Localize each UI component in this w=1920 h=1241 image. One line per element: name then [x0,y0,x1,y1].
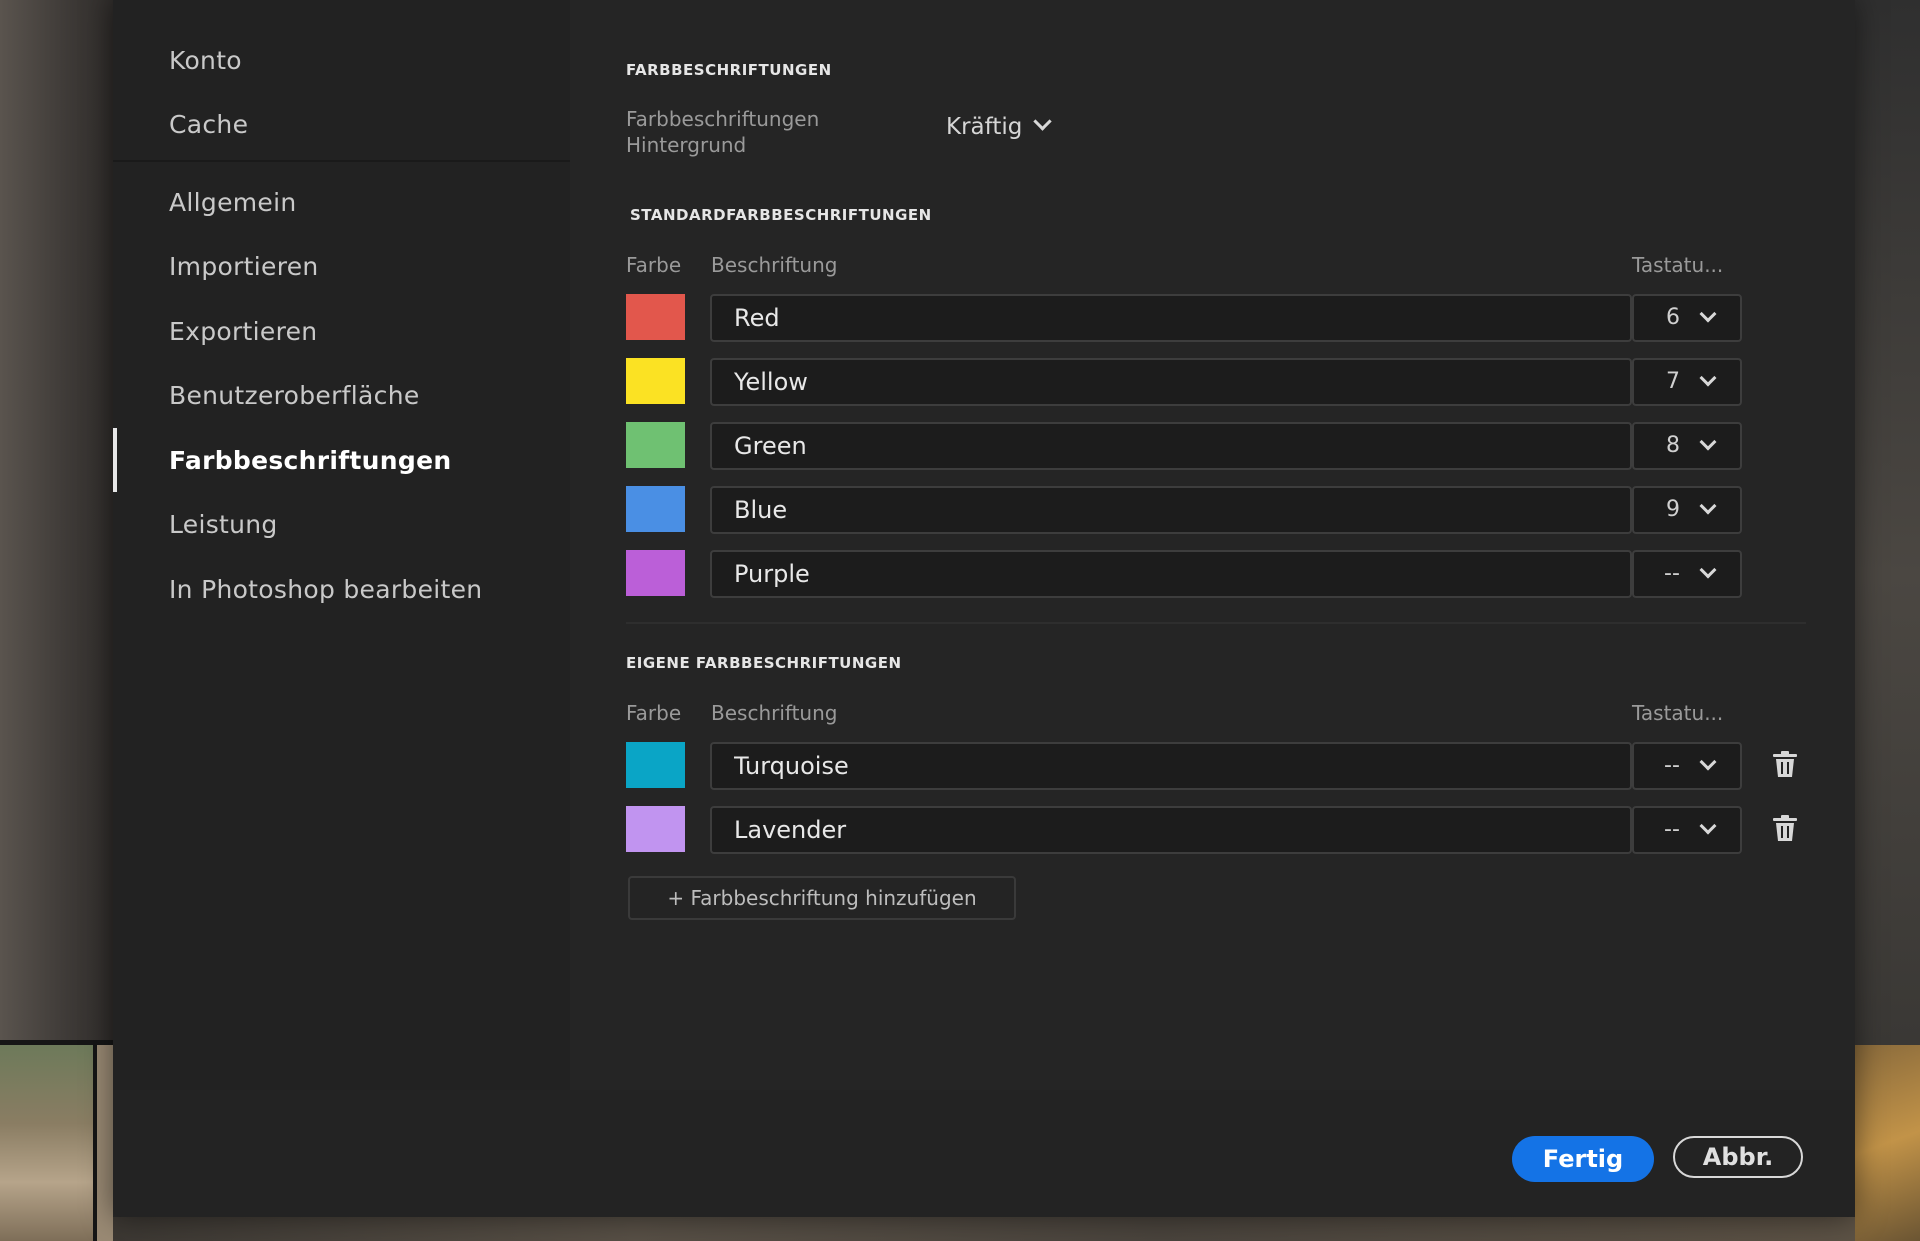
background-setting-label: Farbbeschriftungen Hintergrund [626,106,819,158]
label-input-yellow[interactable] [710,358,1632,406]
label-input-blue[interactable] [710,486,1632,534]
sidebar-item-benutzeroberflaeche[interactable]: Benutzeroberfläche [169,381,420,410]
column-header-color: Farbe [626,253,682,277]
sidebar-active-indicator [113,428,117,492]
preferences-dialog: Konto Cache Allgemein Importieren Export… [113,0,1855,1217]
shortcut-value: -- [1664,817,1680,842]
background-photo-thumbnail-right [1855,1045,1920,1241]
background-setting-dropdown[interactable]: Kräftig [946,112,1053,140]
label-input-green[interactable] [710,422,1632,470]
trash-icon[interactable] [1772,750,1798,778]
filmstrip-thumbnail[interactable] [97,1045,113,1241]
chevron-down-icon [1699,497,1717,515]
sidebar-divider [113,160,570,162]
column-header-label: Beschriftung [711,253,838,277]
label-input-turquoise[interactable] [710,742,1632,790]
color-swatch-purple[interactable] [626,550,685,596]
shortcut-value: 8 [1666,433,1680,458]
shortcut-dropdown-turquoise[interactable]: -- [1632,742,1742,790]
column-header-label: Beschriftung [711,701,838,725]
column-header-shortcut: Tastatu... [1632,701,1724,725]
shortcut-dropdown-purple[interactable]: -- [1632,550,1742,598]
cancel-button[interactable]: Abbr. [1673,1136,1803,1178]
color-swatch-red[interactable] [626,294,685,340]
background-setting-value: Kräftig [946,114,1023,140]
chevron-down-icon [1033,112,1053,131]
shortcut-dropdown-lavender[interactable]: -- [1632,806,1742,854]
standard-labels-title: STANDARDFARBBESCHRIFTUNGEN [630,206,932,224]
background-setting-label-line1: Farbbeschriftungen [626,107,820,131]
sidebar-item-allgemein[interactable]: Allgemein [169,188,296,217]
sidebar-item-photoshop[interactable]: In Photoshop bearbeiten [169,575,482,604]
chevron-down-icon [1699,369,1717,387]
shortcut-value: 7 [1666,369,1680,394]
label-input-purple[interactable] [710,550,1632,598]
shortcut-dropdown-yellow[interactable]: 7 [1632,358,1742,406]
label-input-red[interactable] [710,294,1632,342]
column-header-shortcut: Tastatu... [1632,253,1724,277]
filmstrip-thumbnail[interactable] [0,1045,93,1241]
section-title: FARBBESCHRIFTUNGEN [626,61,832,79]
done-button[interactable]: Fertig [1512,1136,1654,1182]
preferences-sidebar: Konto Cache Allgemein Importieren Export… [113,0,570,1090]
color-swatch-turquoise[interactable] [626,742,685,788]
custom-labels-title: EIGENE FARBBESCHRIFTUNGEN [626,654,902,672]
sidebar-item-leistung[interactable]: Leistung [169,510,278,539]
shortcut-dropdown-blue[interactable]: 9 [1632,486,1742,534]
add-color-label-button[interactable]: + Farbbeschriftung hinzufügen [628,876,1016,920]
filmstrip-bottom [113,1217,1855,1241]
shortcut-value: 6 [1666,305,1680,330]
section-divider [626,622,1806,624]
chevron-down-icon [1699,817,1717,835]
shortcut-dropdown-red[interactable]: 6 [1632,294,1742,342]
shortcut-value: -- [1664,753,1680,778]
chevron-down-icon [1699,305,1717,323]
background-photo-right [1855,0,1920,1045]
color-swatch-yellow[interactable] [626,358,685,404]
sidebar-item-konto[interactable]: Konto [169,46,242,75]
sidebar-item-exportieren[interactable]: Exportieren [169,317,317,346]
color-swatch-lavender[interactable] [626,806,685,852]
shortcut-dropdown-green[interactable]: 8 [1632,422,1742,470]
background-setting-label-line2: Hintergrund [626,133,747,157]
column-header-color: Farbe [626,701,682,725]
chevron-down-icon [1699,433,1717,451]
trash-icon[interactable] [1772,814,1798,842]
color-swatch-green[interactable] [626,422,685,468]
shortcut-value: 9 [1666,497,1680,522]
sidebar-item-cache[interactable]: Cache [169,110,248,139]
preferences-content [570,0,1855,1090]
color-swatch-blue[interactable] [626,486,685,532]
shortcut-value: -- [1664,561,1680,586]
chevron-down-icon [1699,561,1717,579]
label-input-lavender[interactable] [710,806,1632,854]
sidebar-item-importieren[interactable]: Importieren [169,252,319,281]
chevron-down-icon [1699,753,1717,771]
sidebar-item-farbbeschriftungen[interactable]: Farbbeschriftungen [169,446,451,475]
